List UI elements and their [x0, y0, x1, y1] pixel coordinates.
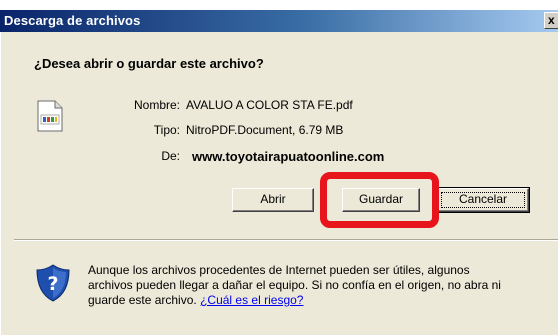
pdf-file-icon — [37, 100, 63, 132]
risk-info-link[interactable]: ¿Cuál es el riesgo? — [200, 293, 303, 307]
cancel-button[interactable]: Cancelar — [436, 187, 530, 213]
window-title: Descarga de archivos — [4, 13, 141, 28]
file-type-label: Tipo: — [153, 123, 180, 137]
file-source-label: De: — [161, 149, 180, 163]
save-button[interactable]: Guardar — [342, 188, 420, 212]
svg-text:?: ? — [47, 273, 58, 295]
security-shield-icon: ? — [36, 264, 70, 302]
open-button[interactable]: Abrir — [232, 188, 314, 212]
title-bar[interactable]: Descarga de archivos x — [0, 10, 558, 32]
divider-highlight — [14, 240, 558, 241]
file-source-value: www.toyotairapuatoonline.com — [192, 149, 385, 164]
security-warning: Aunque los archivos procedentes de Inter… — [88, 263, 508, 308]
file-name-value: AVALUO A COLOR STA FE.pdf — [186, 98, 353, 112]
dialog-question: ¿Desea abrir o guardar este archivo? — [34, 56, 264, 71]
file-type-value: NitroPDF.Document, 6.79 MB — [186, 123, 344, 137]
file-name-label: Nombre: — [133, 98, 180, 112]
page-top-strip — [0, 0, 558, 10]
close-button[interactable]: x — [544, 12, 558, 29]
focus-rect — [441, 192, 525, 208]
